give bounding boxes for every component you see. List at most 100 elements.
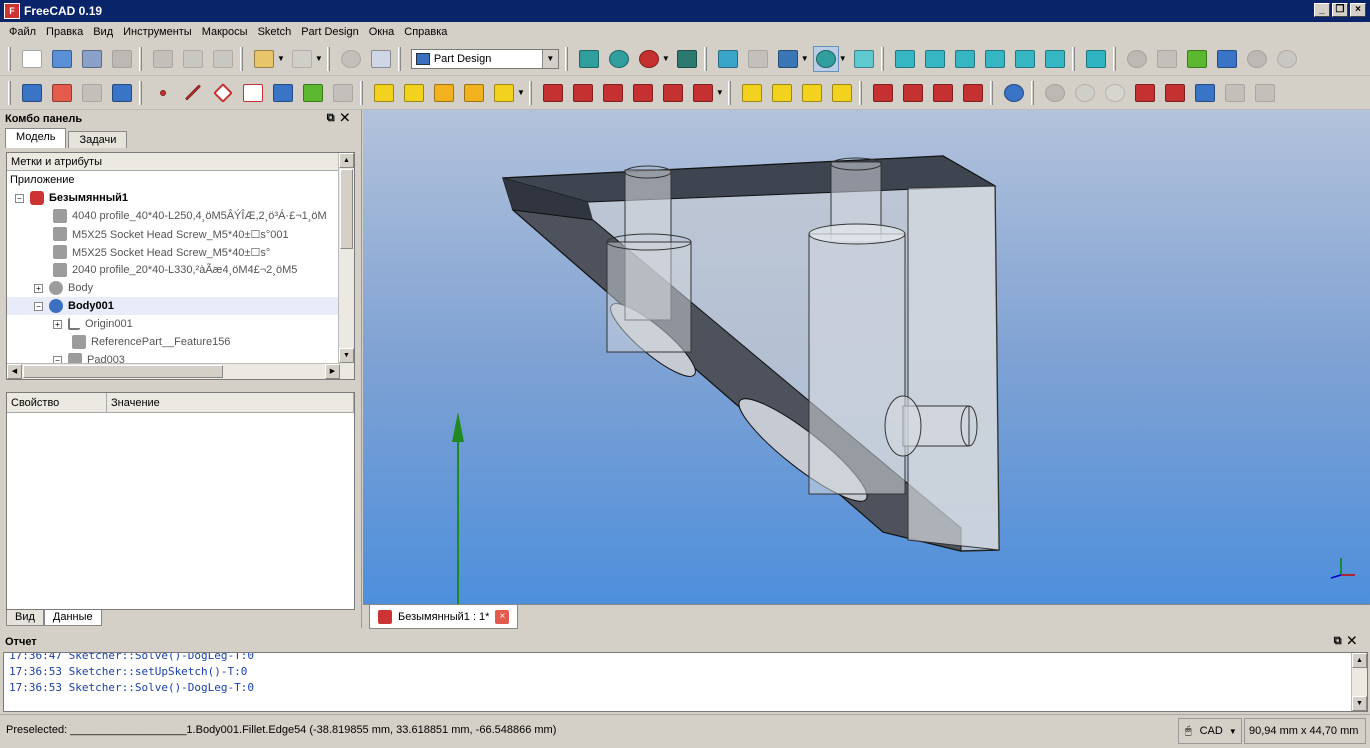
menu-file[interactable]: Файл bbox=[4, 26, 41, 38]
groove-button[interactable] bbox=[600, 80, 626, 106]
std-views-dropdown-icon[interactable]: ▼ bbox=[839, 54, 847, 63]
scroll-right-icon[interactable]: ▶ bbox=[325, 364, 340, 379]
tab-model[interactable]: Модель bbox=[5, 128, 67, 148]
clone-button[interactable] bbox=[330, 80, 356, 106]
tab-tasks[interactable]: Задачи bbox=[68, 131, 128, 148]
forward-button[interactable] bbox=[745, 46, 771, 72]
bounding-box-button[interactable] bbox=[674, 46, 700, 72]
view-bottom-button[interactable] bbox=[1012, 46, 1038, 72]
datum-plane-button[interactable] bbox=[210, 80, 236, 106]
workbench-selector[interactable]: Part Design ▼ bbox=[410, 48, 559, 69]
pocket-button[interactable] bbox=[540, 80, 566, 106]
float-icon[interactable]: ⧉ bbox=[327, 112, 341, 124]
additive-loft-button[interactable] bbox=[431, 80, 457, 106]
additive-pipe-button[interactable] bbox=[461, 80, 487, 106]
scroll-left-icon[interactable]: ◀ bbox=[7, 364, 22, 379]
view-isometric-button[interactable] bbox=[851, 46, 877, 72]
scroll-down-icon[interactable]: ▼ bbox=[1352, 696, 1367, 711]
tree-row-screw[interactable]: M5X25 Socket Head Screw_M5*40±☐s° bbox=[7, 243, 354, 261]
undo-dropdown-icon[interactable]: ▼ bbox=[277, 54, 285, 63]
toolbar-grip[interactable] bbox=[8, 46, 11, 71]
tree-row-body001[interactable]: − Body001 bbox=[7, 297, 354, 315]
view-left-button[interactable] bbox=[1042, 46, 1068, 72]
chamfer-button[interactable] bbox=[900, 80, 926, 106]
restore-button[interactable]: ❐ bbox=[1332, 3, 1348, 17]
print-button[interactable] bbox=[109, 46, 135, 72]
fit-selection-button[interactable] bbox=[606, 46, 632, 72]
subtractive-pipe-button[interactable] bbox=[660, 80, 686, 106]
redo-button[interactable] bbox=[289, 46, 315, 72]
3d-view[interactable] bbox=[363, 110, 1370, 604]
menu-view[interactable]: Вид bbox=[88, 26, 118, 38]
report-log[interactable]: 17:36:47 Sketcher::Solve()-DogLeg-T:0 17… bbox=[3, 652, 1368, 712]
property-view[interactable]: Свойство Значение bbox=[6, 392, 355, 610]
map-sketch-button[interactable] bbox=[109, 80, 135, 106]
tab-data[interactable]: Данные bbox=[43, 610, 102, 626]
redo-dropdown-icon[interactable]: ▼ bbox=[315, 54, 323, 63]
std-views-button[interactable] bbox=[812, 45, 839, 72]
boolean-button[interactable] bbox=[1001, 80, 1027, 106]
hole-button[interactable] bbox=[570, 80, 596, 106]
tree-row-body[interactable]: + Body bbox=[7, 279, 354, 297]
scroll-down-icon[interactable]: ▼ bbox=[339, 348, 354, 363]
paste-button[interactable] bbox=[210, 46, 236, 72]
document-tab[interactable]: Безымянный1 : 1* × bbox=[369, 605, 519, 629]
thickness-button[interactable] bbox=[960, 80, 986, 106]
tree-horizontal-scrollbar[interactable]: ◀ ▶ bbox=[7, 363, 340, 379]
additive-primitive-button[interactable] bbox=[491, 80, 517, 106]
shape-binder-button[interactable] bbox=[270, 80, 296, 106]
menu-edit[interactable]: Правка bbox=[41, 26, 88, 38]
scroll-thumb[interactable] bbox=[340, 169, 353, 249]
menu-part-design[interactable]: Part Design bbox=[296, 26, 363, 38]
group-button[interactable] bbox=[1184, 46, 1210, 72]
minimize-button[interactable]: _ bbox=[1314, 3, 1330, 17]
sub-link-button[interactable] bbox=[1274, 46, 1300, 72]
undo-button[interactable] bbox=[251, 46, 277, 72]
save-button[interactable] bbox=[79, 46, 105, 72]
model-tree[interactable]: Метки и атрибуты Приложение − Безымянный… bbox=[6, 152, 355, 380]
tree-row-origin001[interactable]: + Origin001 bbox=[7, 315, 354, 333]
navigation-style-selector[interactable]: 🖱 CAD ▼ bbox=[1178, 718, 1242, 744]
view-front-button[interactable] bbox=[892, 46, 918, 72]
new-file-button[interactable] bbox=[19, 46, 45, 72]
tree-row-2040-profile[interactable]: 2040 profile_20*40-L330,²àÃæ4¸öM4£¬2¸öM5 bbox=[7, 261, 354, 279]
part-union-button[interactable] bbox=[1042, 80, 1068, 106]
view-rear-button[interactable] bbox=[982, 46, 1008, 72]
close-icon[interactable]: × bbox=[495, 609, 510, 624]
fillet-button[interactable] bbox=[870, 80, 896, 106]
collapse-icon[interactable]: − bbox=[15, 193, 24, 203]
close-icon[interactable]: ✕ bbox=[1348, 635, 1362, 647]
view-right-button[interactable] bbox=[952, 46, 978, 72]
draw-style-button[interactable] bbox=[636, 46, 662, 72]
subtractive-primitive-dropdown-icon[interactable]: ▼ bbox=[716, 88, 724, 97]
subshape-binder-button[interactable] bbox=[300, 80, 326, 106]
local-cs-button[interactable] bbox=[240, 80, 266, 106]
open-file-button[interactable] bbox=[49, 46, 75, 72]
toolbar-grip-2[interactable] bbox=[8, 80, 11, 105]
subtractive-primitive-button[interactable] bbox=[690, 80, 716, 106]
menu-macro[interactable]: Макросы bbox=[197, 26, 253, 38]
polar-pattern-button[interactable] bbox=[799, 80, 825, 106]
collapse-icon[interactable]: − bbox=[34, 301, 43, 311]
expand-icon[interactable]: + bbox=[53, 319, 62, 329]
view-top-button[interactable] bbox=[922, 46, 948, 72]
expand-icon[interactable]: + bbox=[34, 283, 43, 293]
part-common-button[interactable] bbox=[1102, 80, 1128, 106]
link-actions-button[interactable] bbox=[1244, 46, 1270, 72]
tree-row-4040-profile[interactable]: 4040 profile_40*40-L250,4¸öM5ÂÝÎÆ,2¸ö³Á·… bbox=[7, 207, 354, 225]
body-button[interactable] bbox=[1154, 46, 1180, 72]
menu-sketch[interactable]: Sketch bbox=[253, 26, 297, 38]
mirrored-button[interactable] bbox=[739, 80, 765, 106]
part-mirror-button[interactable] bbox=[1192, 80, 1218, 106]
value-column-header[interactable]: Значение bbox=[107, 393, 354, 412]
tab-view[interactable]: Вид bbox=[6, 610, 44, 626]
draw-style-dropdown-icon[interactable]: ▼ bbox=[662, 54, 670, 63]
pad-button[interactable] bbox=[371, 80, 397, 106]
datum-point-button[interactable] bbox=[150, 80, 176, 106]
part-scatter-button[interactable] bbox=[1222, 80, 1248, 106]
part-pipe-cut-button[interactable] bbox=[1162, 80, 1188, 106]
tree-row-reference-part[interactable]: ReferencePart__Feature156 bbox=[7, 333, 354, 351]
cut-button[interactable] bbox=[150, 46, 176, 72]
subtractive-loft-button[interactable] bbox=[630, 80, 656, 106]
validate-sketch-button[interactable] bbox=[79, 80, 105, 106]
